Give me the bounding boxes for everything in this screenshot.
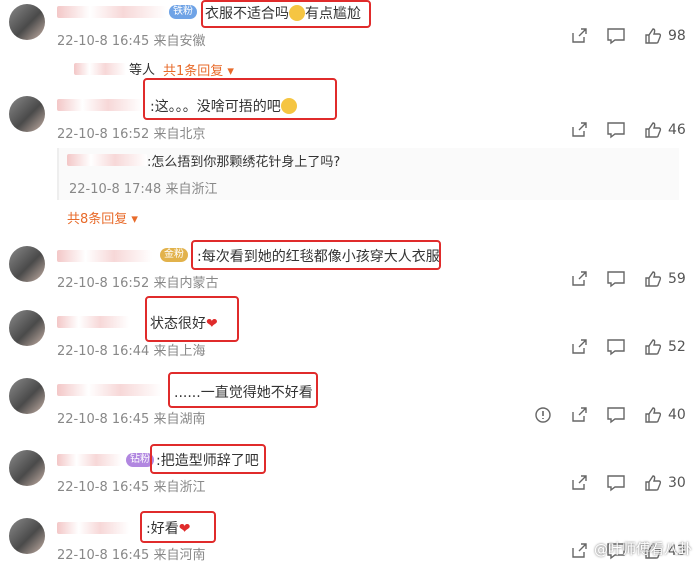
highlight-box [201,0,371,28]
like-icon[interactable] [644,27,662,45]
comment-item: ......一直觉得她不好看 22-10-8 16:45 来自湖南 40 [0,372,700,432]
comment-icon[interactable] [606,338,626,356]
comment-actions: 46 [552,121,688,139]
comment-item: :这。。。没啥可捂的吧 22-10-8 16:52 来自北京 46 :怎么捂到你… [0,78,700,236]
user-name[interactable] [57,250,152,262]
user-name[interactable] [57,6,167,18]
share-icon[interactable] [570,121,588,139]
user-name[interactable] [57,522,129,534]
fan-badge: 金粉 [160,248,188,262]
comment-meta: 22-10-8 16:52 来自北京 [57,127,206,142]
reply-summary: 等人 共1条回复 ▾ [0,58,700,80]
reply-user[interactable] [74,63,126,75]
avatar[interactable] [9,96,45,132]
fan-badge: 铁粉 [169,5,197,19]
comment-item: 金粉 :每次看到她的红毯都像小孩穿大人衣服 22-10-8 16:52 来自内蒙… [0,240,700,300]
comment-actions: 52 [552,338,688,356]
comment-meta: 22-10-8 16:45 来自安徽 [57,34,206,49]
user-name[interactable] [57,384,162,396]
reply-text: :怎么捂到你那颗绣花针身上了吗? [147,155,341,170]
comment-actions: 40 [516,406,688,424]
comment-item: 钻粉 :把造型师辞了吧 22-10-8 16:45 来自浙江 30 [0,440,700,500]
highlight-box [191,240,441,270]
avatar[interactable] [9,246,45,282]
like-count: 46 [668,122,686,138]
report-icon[interactable] [534,406,552,424]
like-icon[interactable] [644,406,662,424]
reply-user[interactable] [67,154,147,166]
comment-actions: 59 [552,270,688,288]
comment-item: 铁粉 衣服不适合吗 有点尴尬 22-10-8 16:45 来自安徽 98 [0,0,700,56]
reply-user-text: 等人 [129,63,156,78]
highlight-box [143,78,337,120]
like-icon[interactable] [644,474,662,492]
comment-icon[interactable] [606,270,626,288]
like-count: 30 [668,475,686,491]
more-replies-link[interactable]: 共1条回复 ▾ [163,60,234,79]
share-icon[interactable] [570,542,588,560]
more-replies-label: 共1条回复 [163,64,224,79]
avatar[interactable] [9,310,45,346]
more-replies-label: 共8条回复 [67,212,128,227]
like-count: 52 [668,339,686,355]
like-count: 59 [668,271,686,287]
avatar[interactable] [9,518,45,554]
user-name[interactable] [57,99,142,111]
avatar[interactable] [9,450,45,486]
share-icon[interactable] [570,474,588,492]
highlight-box [145,296,239,342]
avatar[interactable] [9,378,45,414]
comment-actions: 30 [552,474,688,492]
share-icon[interactable] [570,406,588,424]
like-count: 40 [668,407,686,423]
comment-meta: 22-10-8 16:45 来自浙江 [57,480,206,495]
comment-icon[interactable] [606,27,626,45]
like-count: 98 [668,28,686,44]
avatar[interactable] [9,4,45,40]
like-icon[interactable] [644,270,662,288]
comment-item: 状态很好❤ 22-10-8 16:44 来自上海 52 [0,296,700,360]
comment-meta: 22-10-8 16:44 来自上海 [57,344,206,359]
share-icon[interactable] [570,338,588,356]
highlight-box [168,372,318,408]
comment-actions: 98 [552,27,688,45]
user-name[interactable] [57,454,122,466]
comment-icon[interactable] [606,406,626,424]
more-replies-link[interactable]: 共8条回复 ▾ [67,208,138,227]
like-icon[interactable] [644,338,662,356]
comment-icon[interactable] [606,121,626,139]
share-icon[interactable] [570,27,588,45]
comment-meta: 22-10-8 16:45 来自湖南 [57,412,206,427]
comment-meta: 22-10-8 16:45 来自河南 [57,548,206,563]
reply-box: :怎么捂到你那颗绣花针身上了吗? 22-10-8 17:48 来自浙江 [57,148,679,200]
reply-meta: 22-10-8 17:48 来自浙江 [69,182,218,197]
highlight-box [150,444,266,474]
comment-meta: 22-10-8 16:52 来自内蒙古 [57,276,219,291]
user-name[interactable] [57,316,129,328]
share-icon[interactable] [570,270,588,288]
like-icon[interactable] [644,121,662,139]
comment-icon[interactable] [606,474,626,492]
highlight-box [140,511,216,543]
watermark: @叶师傅看八卦 [594,542,692,558]
